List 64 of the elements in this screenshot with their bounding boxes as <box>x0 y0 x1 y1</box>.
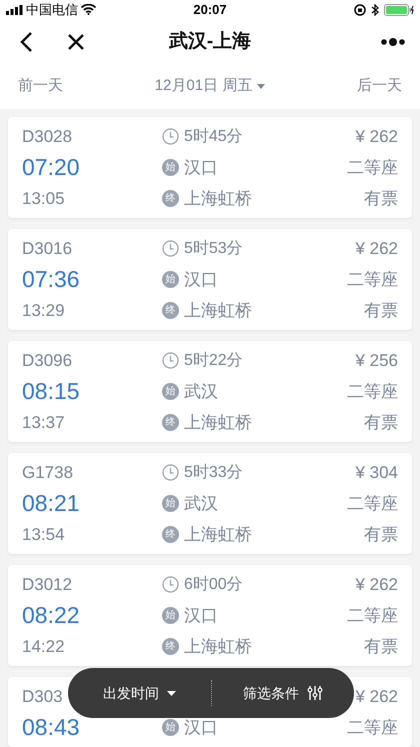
departure-station: 武汉 <box>184 380 218 403</box>
arrival-time: 13:37 <box>22 412 65 434</box>
station-badge: 始 <box>162 159 179 176</box>
arrival-time: 13:05 <box>22 188 65 210</box>
ticket-availability: 有票 <box>364 300 398 322</box>
departure-time: 08:15 <box>22 377 80 406</box>
arrival-time: 13:29 <box>22 300 65 322</box>
seat-class: 二等座 <box>347 604 398 627</box>
price: ¥ 256 <box>355 350 398 372</box>
price: ¥ 262 <box>355 238 398 260</box>
departure-station: 汉口 <box>184 604 218 627</box>
seat-class: 二等座 <box>347 380 398 403</box>
departure-station: 汉口 <box>184 716 218 739</box>
duration: 6时00分 <box>184 574 243 594</box>
station-badge: 终 <box>162 190 179 207</box>
train-number: G1738 <box>22 462 74 484</box>
station-badge: 始 <box>162 719 179 736</box>
station-badge: 终 <box>162 638 179 655</box>
duration: 5时22分 <box>184 350 243 370</box>
departure-time: 08:21 <box>22 489 80 518</box>
departure-station: 武汉 <box>184 492 218 515</box>
arrival-station: 上海虹桥 <box>184 524 252 546</box>
arrival-station: 上海虹桥 <box>184 188 252 210</box>
departure-time: 08:43 <box>22 713 80 742</box>
station-badge: 终 <box>162 302 179 319</box>
station-badge: 始 <box>162 271 179 288</box>
seat-class: 二等座 <box>347 156 398 179</box>
arrival-time: 14:22 <box>22 636 65 658</box>
price: ¥ 262 <box>355 686 398 708</box>
arrival-station: 上海虹桥 <box>184 300 252 322</box>
departure-time: 07:36 <box>22 265 80 294</box>
departure-station: 汉口 <box>184 156 218 179</box>
train-number: D3012 <box>22 574 72 596</box>
departure-time: 07:20 <box>22 153 80 182</box>
price: ¥ 304 <box>355 462 398 484</box>
ticket-availability: 有票 <box>364 524 398 546</box>
departure-time: 08:22 <box>22 601 80 630</box>
ticket-availability: 有票 <box>364 636 398 658</box>
clock-time: 20:07 <box>193 1 227 19</box>
duration: 5时33分 <box>184 462 243 482</box>
price: ¥ 262 <box>355 574 398 596</box>
station-badge: 始 <box>162 495 179 512</box>
train-number: D3016 <box>22 238 72 260</box>
arrival-station: 上海虹桥 <box>184 412 252 434</box>
carrier-name: 中国电信 <box>26 1 78 19</box>
station-badge: 终 <box>162 414 179 431</box>
seat-class: 二等座 <box>347 716 398 739</box>
duration: 5时53分 <box>184 238 243 258</box>
station-badge: 始 <box>162 607 179 624</box>
train-number: D3028 <box>22 126 72 148</box>
ticket-availability: 有票 <box>364 412 398 434</box>
arrival-station: 上海虹桥 <box>184 636 252 658</box>
arrival-time: 13:54 <box>22 524 65 546</box>
duration: 5时45分 <box>184 126 243 146</box>
train-number: D303 <box>22 686 63 708</box>
train-number: D3096 <box>22 350 72 372</box>
station-badge: 始 <box>162 383 179 400</box>
seat-class: 二等座 <box>347 268 398 291</box>
departure-station: 汉口 <box>184 268 218 291</box>
seat-class: 二等座 <box>347 492 398 515</box>
ticket-availability: 有票 <box>364 188 398 210</box>
station-badge: 终 <box>162 526 179 543</box>
page-title: 武汉-上海 <box>168 30 252 54</box>
price: ¥ 262 <box>355 126 398 148</box>
